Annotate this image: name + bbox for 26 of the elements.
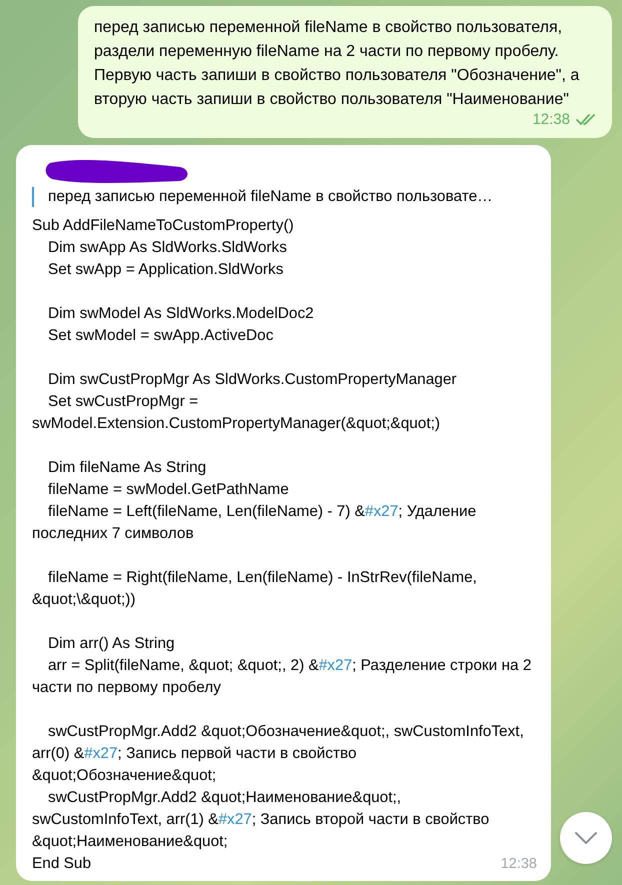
code-line: Dim swCustPropMgr As SldWorks.CustomPropertyManager <box>47 370 457 390</box>
code-line: Dim arr() As String <box>47 634 175 654</box>
reply-quote[interactable]: перед записью переменной fileName в свойство пользовате… <box>32 187 535 207</box>
message-time: 12:38 <box>532 110 570 130</box>
code-line: swCustPropMgr.Add2 &quot;Наименование&quot;, swCustomInfoText, arr(1) &#x27; Запись второй части в свойство &quot;Наименование&quot; <box>32 788 490 852</box>
code-line: Set swModel = swApp.ActiveDoc <box>47 326 274 346</box>
code-line: fileName = Right(fileName, Len(fileName) - InStrRev(fileName, &quot;\&quot;)) <box>32 568 478 610</box>
code-line: Set swCustPropMgr = swModel.Extension.CustomPropertyManager(&quot;&quot;) <box>32 392 442 434</box>
scroll-down-button[interactable] <box>560 812 612 864</box>
code-line: fileName = swModel.GetPathName <box>47 480 289 500</box>
chevron-down-icon <box>574 831 598 845</box>
hashtag-link[interactable]: #x27 <box>218 811 252 828</box>
code-line: swCustPropMgr.Add2 &quot;Обозначение&quot;, swCustomInfoText, arr(0) &#x27; Запись первой части в свойство &quot;Обозначение&quot; <box>32 722 525 786</box>
code-line: Dim fileName As String <box>47 458 206 478</box>
hashtag-link[interactable]: #x27 <box>84 745 118 762</box>
code-line: arr = Split(fileName, &quot; &quot;, 2) &#x27; Разделение строки на 2 части по первому пробелу <box>32 656 532 698</box>
code-line: Dim swApp As SldWorks.SldWorks <box>47 238 287 258</box>
hashtag-link[interactable]: #x27 <box>364 503 398 520</box>
code-line: Dim swModel As SldWorks.ModelDoc2 <box>47 304 314 324</box>
code-line: Sub AddFileNameToCustomProperty() <box>32 216 294 236</box>
message-text: перед записью переменной fileName в свойство пользователя, раздели переменную fileName на 2 части по первому пробелу. Первую часть запиши в свойство пользователя "Обозначение", а вторую часть запиши в свойство пользователя "Наименование" <box>94 18 580 110</box>
code-line: Set swApp = Application.SldWorks <box>47 260 284 280</box>
hashtag-link[interactable]: #x27 <box>318 657 352 674</box>
message-time: 12:38 <box>500 855 537 874</box>
code-line: fileName = Left(fileName, Len(fileName) - 7) &#x27; Удаление последних 7 символов <box>32 502 478 544</box>
code-line: End Sub <box>32 854 92 874</box>
